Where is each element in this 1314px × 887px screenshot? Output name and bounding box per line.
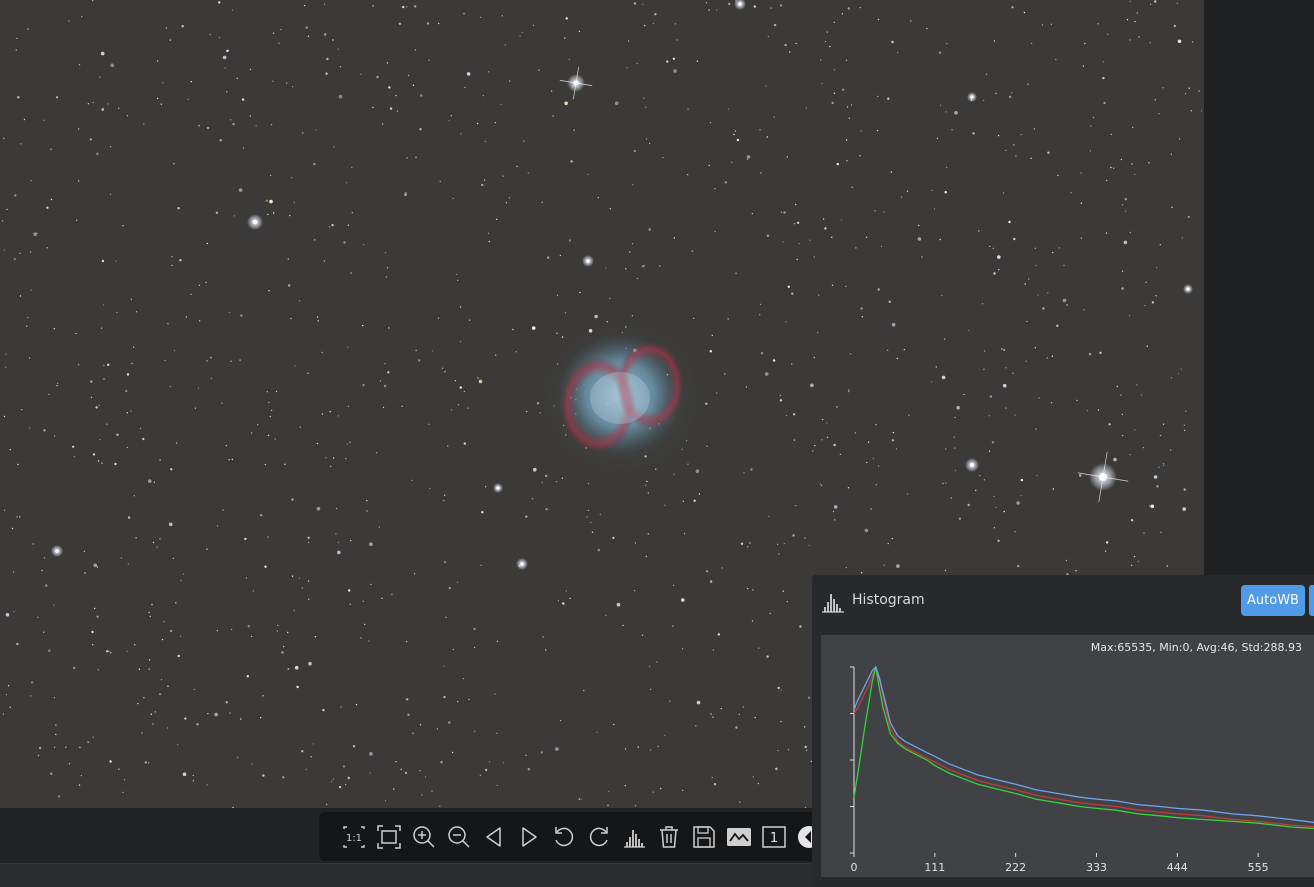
previous-image-button[interactable] — [479, 822, 509, 852]
rotate-left-button[interactable] — [549, 822, 579, 852]
rotate-right-button[interactable] — [584, 822, 614, 852]
panel-extra-button[interactable] — [1309, 585, 1314, 616]
rotate-left-icon — [555, 826, 574, 846]
zoom-in-button[interactable] — [409, 822, 439, 852]
histogram-chart: Max:65535, Min:0, Avg:46, Std:288.93 0 11… — [821, 635, 1314, 877]
astro-viewer-window: 1:1 1 Histogram AutoWB Max:65535, Min:0,… — [0, 0, 1314, 887]
trash-icon — [660, 825, 678, 848]
x-tick-label: 444 — [1167, 861, 1188, 874]
histogram-icon — [624, 829, 645, 848]
single-view-button[interactable]: 1 — [759, 822, 789, 852]
zoom-1-1-icon: 1:1 — [343, 825, 365, 848]
save-icon — [693, 825, 715, 848]
next-image-button[interactable] — [514, 822, 544, 852]
x-tick-label: 0 — [851, 861, 858, 874]
zoom-out-button[interactable] — [444, 822, 474, 852]
histogram-icon — [822, 594, 844, 613]
autowb-button[interactable]: AutoWB — [1241, 585, 1305, 616]
histogram-series-line — [853, 664, 1314, 828]
stretch-icon — [727, 827, 751, 846]
x-tick-label: 555 — [1248, 861, 1269, 874]
zoom-out-icon — [448, 825, 470, 848]
previous-icon — [486, 826, 501, 847]
zoom-in-icon — [413, 825, 435, 848]
svg-text:1:1: 1:1 — [346, 833, 362, 844]
histogram-panel: Histogram AutoWB Max:65535, Min:0, Avg:4… — [812, 575, 1314, 887]
right-panel-background — [1204, 0, 1314, 575]
image-toolbar: 1:1 1 — [319, 812, 839, 861]
histogram-series-line — [853, 665, 1314, 824]
stretch-button[interactable] — [724, 822, 754, 852]
next-icon — [522, 826, 537, 847]
histogram-plot-svg: 0 111 222 333 444 555 — [850, 664, 1314, 874]
histogram-button[interactable] — [619, 822, 649, 852]
histogram-series-line — [853, 666, 1314, 830]
save-button[interactable] — [689, 822, 719, 852]
svg-text:1: 1 — [770, 831, 778, 846]
histogram-title: Histogram — [852, 592, 925, 608]
x-tick-label: 333 — [1086, 861, 1107, 874]
dumbbell-nebula — [534, 314, 710, 482]
single-view-icon: 1 — [762, 825, 786, 848]
delete-button[interactable] — [654, 822, 684, 852]
fit-window-icon — [377, 824, 401, 849]
rotate-right-icon — [589, 826, 608, 846]
fit-to-window-button[interactable] — [374, 822, 404, 852]
histogram-header: Histogram AutoWB — [812, 575, 1314, 629]
zoom-1to1-button[interactable]: 1:1 — [339, 822, 369, 852]
x-tick-label: 111 — [924, 861, 945, 874]
x-tick-label: 222 — [1005, 861, 1026, 874]
